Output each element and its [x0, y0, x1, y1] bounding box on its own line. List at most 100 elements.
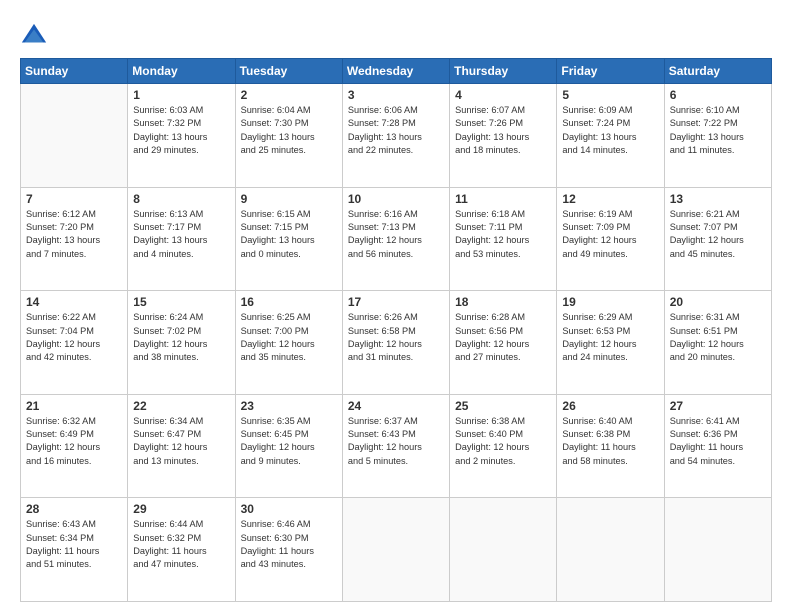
- day-number: 3: [348, 88, 444, 102]
- calendar-cell: 16Sunrise: 6:25 AM Sunset: 7:00 PM Dayli…: [235, 291, 342, 395]
- calendar-cell: 2 Sunrise: 6:04 AM Sunset: 7:30 PM Daylig…: [235, 84, 342, 188]
- calendar-cell: 13 Sunrise: 6:21 AM Sunset: 7:07 PM Dayli…: [664, 187, 771, 291]
- day-number: 9: [241, 192, 337, 206]
- week-row-4: 28 Sunrise: 6:43 AM Sunset: 6:34 PM Dayli…: [21, 498, 772, 602]
- day-info: Sunrise: 6:35 AM Sunset: 6:45 PM Dayligh…: [241, 415, 337, 468]
- day-info: Sunrise: 6:40 AM Sunset: 6:38 PM Dayligh…: [562, 415, 658, 468]
- day-number: 20: [670, 295, 766, 309]
- calendar-cell: 20 Sunrise: 6:31 AM Sunset: 6:51 PM Dayli…: [664, 291, 771, 395]
- day-number: 23: [241, 399, 337, 413]
- day-info: Sunrise: 6:38 AM Sunset: 6:40 PM Dayligh…: [455, 415, 551, 468]
- calendar-body: 1 Sunrise: 6:03 AM Sunset: 7:32 PM Daylig…: [21, 84, 772, 602]
- day-number: 18: [455, 295, 551, 309]
- day-info: Sunrise: 6:07 AM Sunset: 7:26 PM Dayligh…: [455, 104, 551, 157]
- day-number: 29: [133, 502, 229, 516]
- day-info: Sunrise: 6:31 AM Sunset: 6:51 PM Dayligh…: [670, 311, 766, 364]
- calendar-cell: 4 Sunrise: 6:07 AM Sunset: 7:26 PM Daylig…: [450, 84, 557, 188]
- calendar-cell: [450, 498, 557, 602]
- day-number: 14: [26, 295, 122, 309]
- calendar-cell: 17Sunrise: 6:26 AM Sunset: 6:58 PM Dayli…: [342, 291, 449, 395]
- day-info: Sunrise: 6:29 AM Sunset: 6:53 PM Dayligh…: [562, 311, 658, 364]
- calendar-cell: 27 Sunrise: 6:41 AM Sunset: 6:36 PM Dayli…: [664, 394, 771, 498]
- calendar-cell: 21 Sunrise: 6:32 AM Sunset: 6:49 PM Dayli…: [21, 394, 128, 498]
- calendar-cell: 18 Sunrise: 6:28 AM Sunset: 6:56 PM Dayli…: [450, 291, 557, 395]
- calendar-cell: 30Sunrise: 6:46 AM Sunset: 6:30 PM Dayli…: [235, 498, 342, 602]
- day-number: 26: [562, 399, 658, 413]
- day-number: 1: [133, 88, 229, 102]
- week-row-1: 7Sunrise: 6:12 AM Sunset: 7:20 PM Daylig…: [21, 187, 772, 291]
- calendar-cell: 10 Sunrise: 6:16 AM Sunset: 7:13 PM Dayli…: [342, 187, 449, 291]
- day-number: 8: [133, 192, 229, 206]
- day-number: 22: [133, 399, 229, 413]
- calendar-cell: 25 Sunrise: 6:38 AM Sunset: 6:40 PM Dayli…: [450, 394, 557, 498]
- day-info: Sunrise: 6:43 AM Sunset: 6:34 PM Dayligh…: [26, 518, 122, 571]
- calendar-cell: 22 Sunrise: 6:34 AM Sunset: 6:47 PM Dayli…: [128, 394, 235, 498]
- day-info: Sunrise: 6:03 AM Sunset: 7:32 PM Dayligh…: [133, 104, 229, 157]
- day-info: Sunrise: 6:32 AM Sunset: 6:49 PM Dayligh…: [26, 415, 122, 468]
- day-info: Sunrise: 6:26 AM Sunset: 6:58 PM Dayligh…: [348, 311, 444, 364]
- weekday-header-thursday: Thursday: [450, 59, 557, 84]
- calendar-cell: 6 Sunrise: 6:10 AM Sunset: 7:22 PM Daylig…: [664, 84, 771, 188]
- day-info: Sunrise: 6:18 AM Sunset: 7:11 PM Dayligh…: [455, 208, 551, 261]
- day-number: 28: [26, 502, 122, 516]
- day-info: Sunrise: 6:04 AM Sunset: 7:30 PM Dayligh…: [241, 104, 337, 157]
- day-info: Sunrise: 6:34 AM Sunset: 6:47 PM Dayligh…: [133, 415, 229, 468]
- page: SundayMondayTuesdayWednesdayThursdayFrid…: [0, 0, 792, 612]
- day-info: Sunrise: 6:19 AM Sunset: 7:09 PM Dayligh…: [562, 208, 658, 261]
- calendar-cell: 14Sunrise: 6:22 AM Sunset: 7:04 PM Dayli…: [21, 291, 128, 395]
- day-info: Sunrise: 6:28 AM Sunset: 6:56 PM Dayligh…: [455, 311, 551, 364]
- calendar-cell: 29 Sunrise: 6:44 AM Sunset: 6:32 PM Dayli…: [128, 498, 235, 602]
- calendar-header: SundayMondayTuesdayWednesdayThursdayFrid…: [21, 59, 772, 84]
- day-number: 10: [348, 192, 444, 206]
- day-info: Sunrise: 6:15 AM Sunset: 7:15 PM Dayligh…: [241, 208, 337, 261]
- logo-icon: [20, 22, 48, 50]
- day-info: Sunrise: 6:16 AM Sunset: 7:13 PM Dayligh…: [348, 208, 444, 261]
- day-number: 13: [670, 192, 766, 206]
- day-number: 11: [455, 192, 551, 206]
- day-number: 6: [670, 88, 766, 102]
- weekday-header-wednesday: Wednesday: [342, 59, 449, 84]
- day-number: 27: [670, 399, 766, 413]
- calendar-cell: [21, 84, 128, 188]
- day-info: Sunrise: 6:24 AM Sunset: 7:02 PM Dayligh…: [133, 311, 229, 364]
- calendar-cell: 5Sunrise: 6:09 AM Sunset: 7:24 PM Daylig…: [557, 84, 664, 188]
- calendar-cell: 26 Sunrise: 6:40 AM Sunset: 6:38 PM Dayli…: [557, 394, 664, 498]
- day-info: Sunrise: 6:21 AM Sunset: 7:07 PM Dayligh…: [670, 208, 766, 261]
- day-number: 21: [26, 399, 122, 413]
- weekday-header-saturday: Saturday: [664, 59, 771, 84]
- day-info: Sunrise: 6:41 AM Sunset: 6:36 PM Dayligh…: [670, 415, 766, 468]
- calendar-cell: 23 Sunrise: 6:35 AM Sunset: 6:45 PM Dayli…: [235, 394, 342, 498]
- day-info: Sunrise: 6:25 AM Sunset: 7:00 PM Dayligh…: [241, 311, 337, 364]
- day-number: 12: [562, 192, 658, 206]
- calendar-table: SundayMondayTuesdayWednesdayThursdayFrid…: [20, 58, 772, 602]
- day-number: 19: [562, 295, 658, 309]
- calendar-cell: 1 Sunrise: 6:03 AM Sunset: 7:32 PM Daylig…: [128, 84, 235, 188]
- day-info: Sunrise: 6:37 AM Sunset: 6:43 PM Dayligh…: [348, 415, 444, 468]
- day-info: Sunrise: 6:12 AM Sunset: 7:20 PM Dayligh…: [26, 208, 122, 261]
- day-number: 4: [455, 88, 551, 102]
- day-number: 15: [133, 295, 229, 309]
- header: [20, 18, 772, 50]
- calendar-cell: 8 Sunrise: 6:13 AM Sunset: 7:17 PM Daylig…: [128, 187, 235, 291]
- day-info: Sunrise: 6:09 AM Sunset: 7:24 PM Dayligh…: [562, 104, 658, 157]
- calendar-cell: 19 Sunrise: 6:29 AM Sunset: 6:53 PM Dayli…: [557, 291, 664, 395]
- calendar-cell: 9 Sunrise: 6:15 AM Sunset: 7:15 PM Daylig…: [235, 187, 342, 291]
- day-number: 2: [241, 88, 337, 102]
- calendar-cell: 11 Sunrise: 6:18 AM Sunset: 7:11 PM Dayli…: [450, 187, 557, 291]
- day-info: Sunrise: 6:13 AM Sunset: 7:17 PM Dayligh…: [133, 208, 229, 261]
- calendar-cell: 3 Sunrise: 6:06 AM Sunset: 7:28 PM Daylig…: [342, 84, 449, 188]
- calendar-cell: 7Sunrise: 6:12 AM Sunset: 7:20 PM Daylig…: [21, 187, 128, 291]
- calendar-cell: [557, 498, 664, 602]
- weekday-row: SundayMondayTuesdayWednesdayThursdayFrid…: [21, 59, 772, 84]
- day-info: Sunrise: 6:44 AM Sunset: 6:32 PM Dayligh…: [133, 518, 229, 571]
- day-info: Sunrise: 6:10 AM Sunset: 7:22 PM Dayligh…: [670, 104, 766, 157]
- day-number: 25: [455, 399, 551, 413]
- calendar-cell: 12 Sunrise: 6:19 AM Sunset: 7:09 PM Dayli…: [557, 187, 664, 291]
- week-row-2: 14Sunrise: 6:22 AM Sunset: 7:04 PM Dayli…: [21, 291, 772, 395]
- day-info: Sunrise: 6:06 AM Sunset: 7:28 PM Dayligh…: [348, 104, 444, 157]
- weekday-header-tuesday: Tuesday: [235, 59, 342, 84]
- calendar-cell: 28 Sunrise: 6:43 AM Sunset: 6:34 PM Dayli…: [21, 498, 128, 602]
- weekday-header-monday: Monday: [128, 59, 235, 84]
- week-row-3: 21 Sunrise: 6:32 AM Sunset: 6:49 PM Dayli…: [21, 394, 772, 498]
- day-info: Sunrise: 6:46 AM Sunset: 6:30 PM Dayligh…: [241, 518, 337, 571]
